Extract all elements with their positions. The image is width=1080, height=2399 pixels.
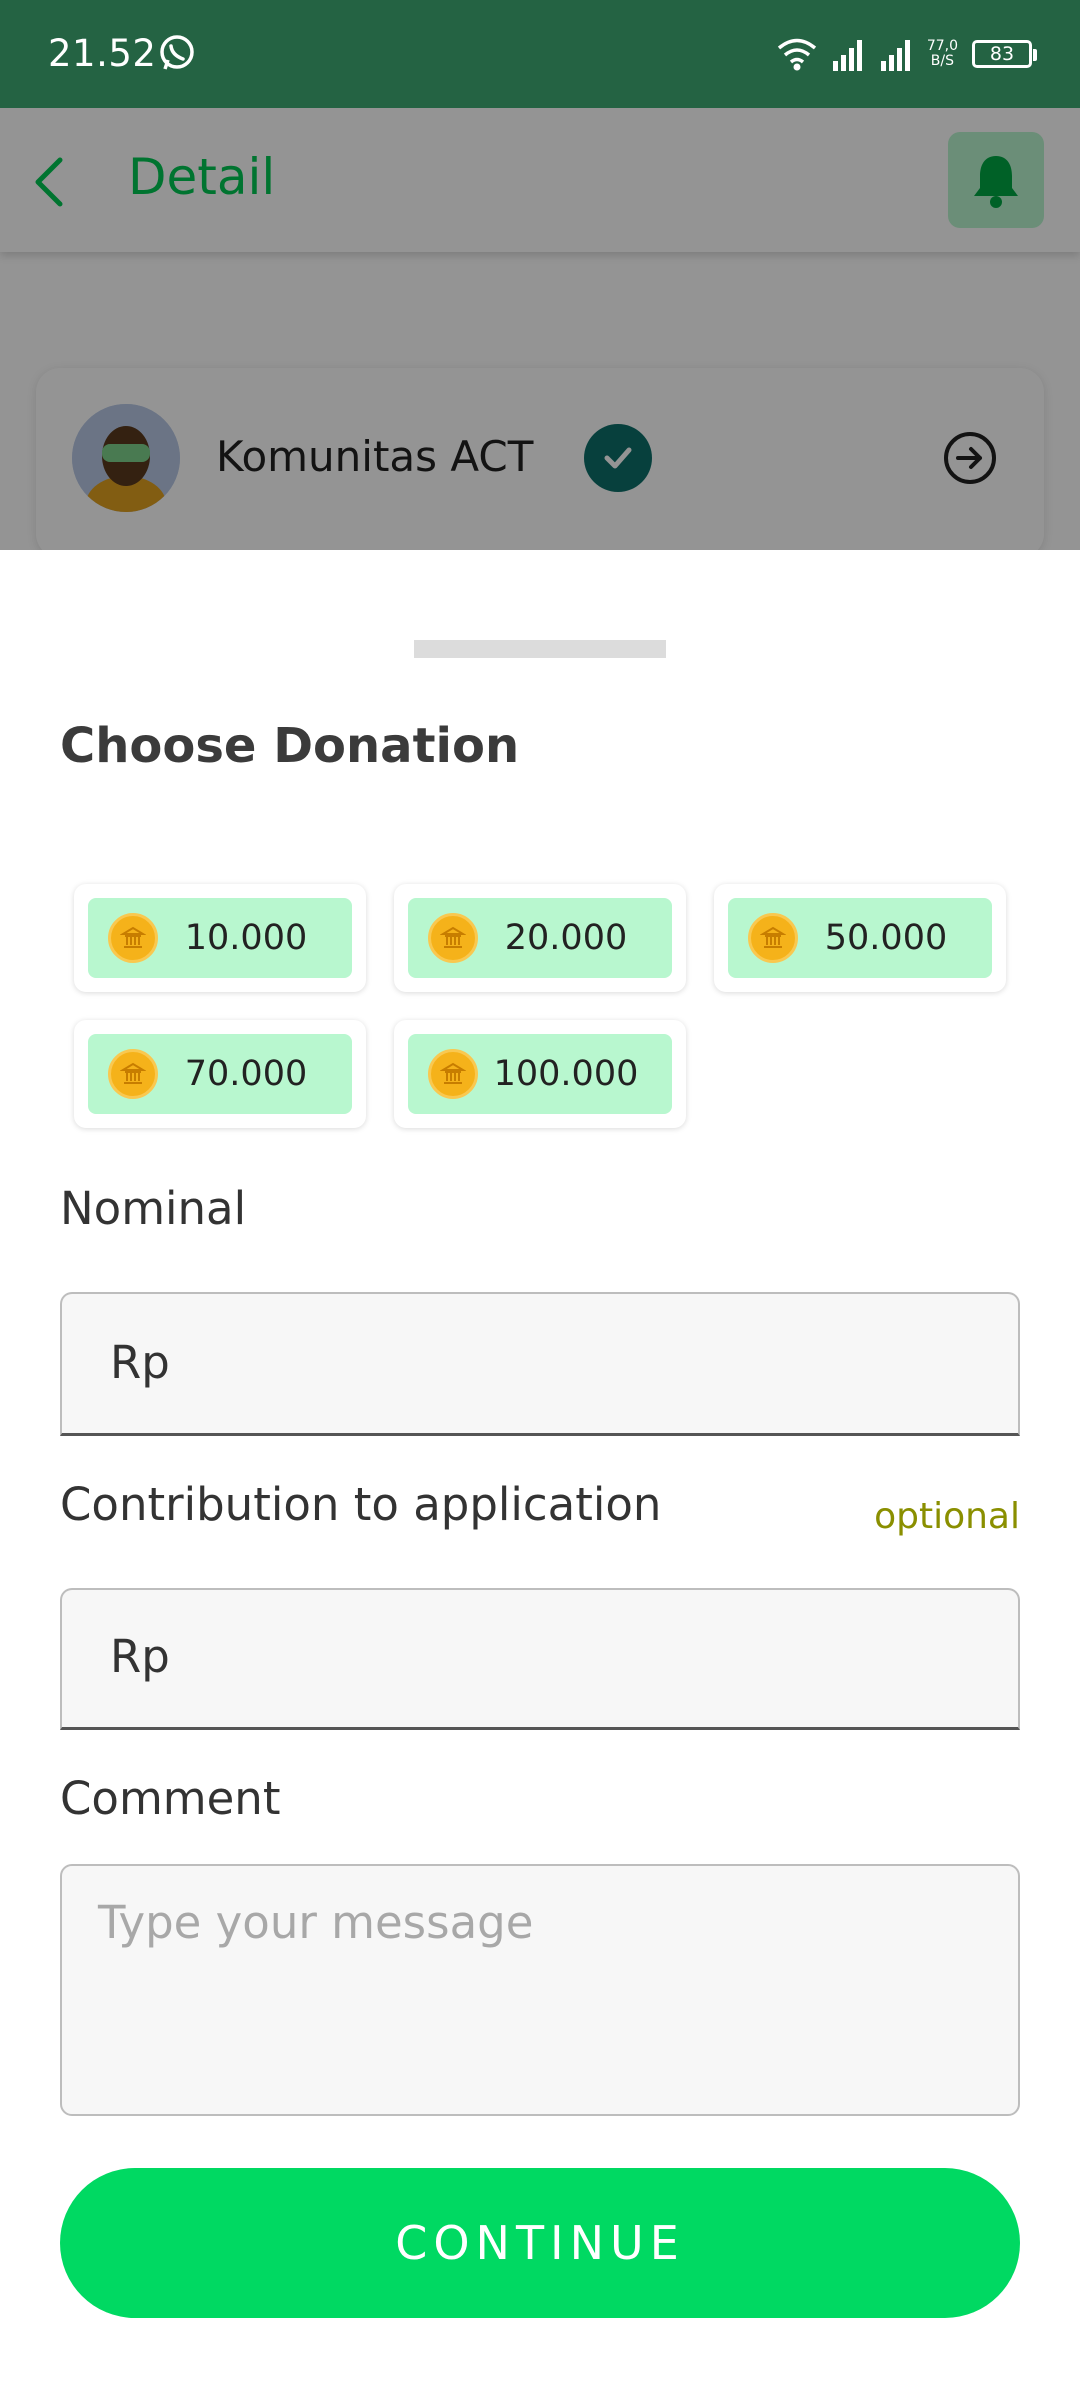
status-time: 21.52 — [48, 32, 157, 75]
continue-button[interactable]: CONTINUE — [60, 2168, 1020, 2318]
currency-prefix: Rp — [110, 1630, 170, 1683]
coin-icon — [108, 913, 158, 963]
battery-level: 83 — [989, 43, 1015, 65]
amount-chip[interactable]: 20.000 — [394, 884, 686, 992]
status-icons: 77,0 B/S 83 — [777, 28, 1037, 80]
signal-icon — [880, 40, 910, 71]
status-bar: 21.52 77,0 B/S 83 — [0, 0, 1080, 108]
amount-value: 10.000 — [184, 918, 308, 958]
net-speed-unit: B/S — [930, 53, 955, 69]
amount-chip[interactable]: 100.000 — [394, 1020, 686, 1128]
comment-placeholder: Type your message — [98, 1896, 534, 1949]
amount-value: 100.000 — [493, 1054, 639, 1094]
nominal-input[interactable]: Rp — [60, 1292, 1020, 1436]
coin-icon — [428, 913, 478, 963]
sheet-title: Choose Donation — [60, 718, 520, 774]
amount-value: 20.000 — [504, 918, 628, 958]
amount-value: 50.000 — [824, 918, 948, 958]
currency-prefix: Rp — [110, 1336, 170, 1389]
contribution-input[interactable]: Rp — [60, 1588, 1020, 1730]
coin-icon — [428, 1049, 478, 1099]
net-speed-value: 77,0 — [926, 38, 958, 54]
coin-icon — [748, 913, 798, 963]
amount-chip[interactable]: 70.000 — [74, 1020, 366, 1128]
drag-handle[interactable] — [414, 640, 666, 658]
detail-page: Detail Komunitas ACT — [0, 108, 1080, 550]
modal-scrim[interactable] — [0, 108, 1080, 550]
comment-textarea[interactable]: Type your message — [60, 1864, 1020, 2116]
amount-chip[interactable]: 10.000 — [74, 884, 366, 992]
optional-hint: optional — [874, 1496, 1020, 1537]
battery-icon: 83 — [972, 40, 1037, 68]
whatsapp-icon — [160, 35, 194, 70]
net-speed: 77,0 B/S — [927, 39, 958, 69]
contribution-label: Contribution to application — [60, 1478, 662, 1531]
coin-icon — [108, 1049, 158, 1099]
amount-value: 70.000 — [184, 1054, 308, 1094]
comment-label: Comment — [60, 1772, 281, 1825]
wifi-icon — [777, 38, 816, 71]
nominal-label: Nominal — [60, 1182, 247, 1235]
signal-icon — [832, 40, 862, 71]
amount-chip[interactable]: 50.000 — [714, 884, 1006, 992]
donation-sheet: Choose Donation 10.000 20.000 50.000 70.… — [0, 550, 1080, 2399]
